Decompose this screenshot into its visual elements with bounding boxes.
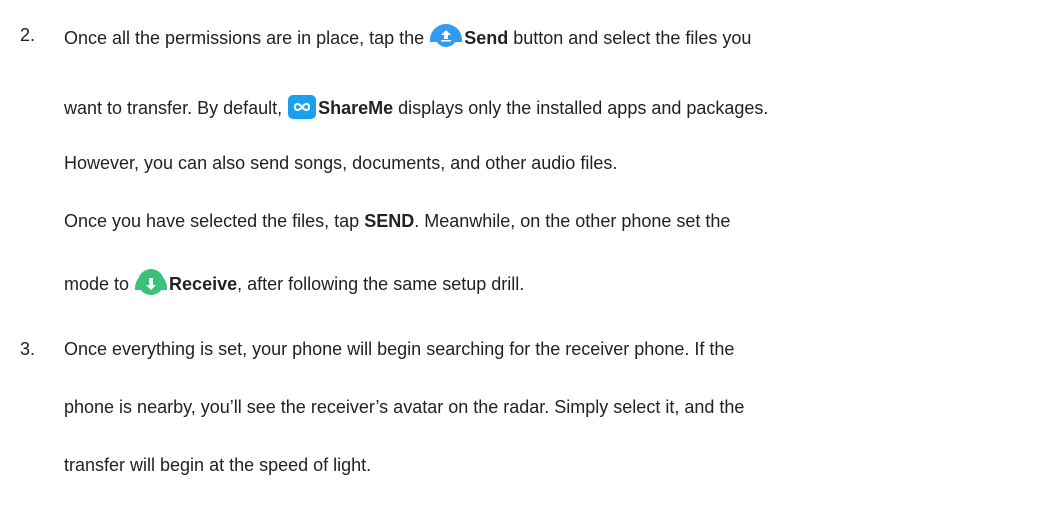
send-upload-icon [429, 24, 463, 50]
step-2-line-3: However, you can also send songs, docume… [64, 153, 618, 173]
text: , after following the same setup drill. [237, 274, 525, 294]
text: Once all the permissions are in place, t… [64, 28, 430, 48]
text: mode to [64, 274, 135, 294]
text: button and select the files you [508, 28, 752, 48]
step-2-line-5: mode to Receive, after following the sam… [64, 268, 524, 298]
step-2-line-1: Once all the permissions are in place, t… [64, 24, 751, 50]
text: Once you have selected the files, tap [64, 211, 365, 231]
text: displays only the installed apps and pac… [393, 98, 769, 118]
step-number: 2. [20, 25, 36, 45]
step-2-line-2: want to transfer. By default, ShareMe di… [64, 94, 768, 120]
step-3-line-2: phone is nearby, you’ll see the receiver… [64, 397, 745, 417]
step-number: 3. [20, 339, 36, 359]
text: . Meanwhile, on the other phone set the [414, 211, 731, 231]
receive-label: Receive [169, 274, 238, 294]
shareme-label: ShareMe [318, 98, 394, 118]
step-3-line-1: Once everything is set, your phone will … [64, 339, 735, 359]
shareme-infinity-icon [287, 94, 317, 120]
send-label: Send [464, 28, 509, 48]
receive-download-icon [134, 268, 168, 298]
step-3-line-3: transfer will begin at the speed of ligh… [64, 455, 372, 475]
step-2-line-4: Once you have selected the files, tap SE… [64, 210, 730, 232]
text: want to transfer. By default, [64, 98, 288, 118]
send-caps-label: SEND [364, 211, 415, 231]
